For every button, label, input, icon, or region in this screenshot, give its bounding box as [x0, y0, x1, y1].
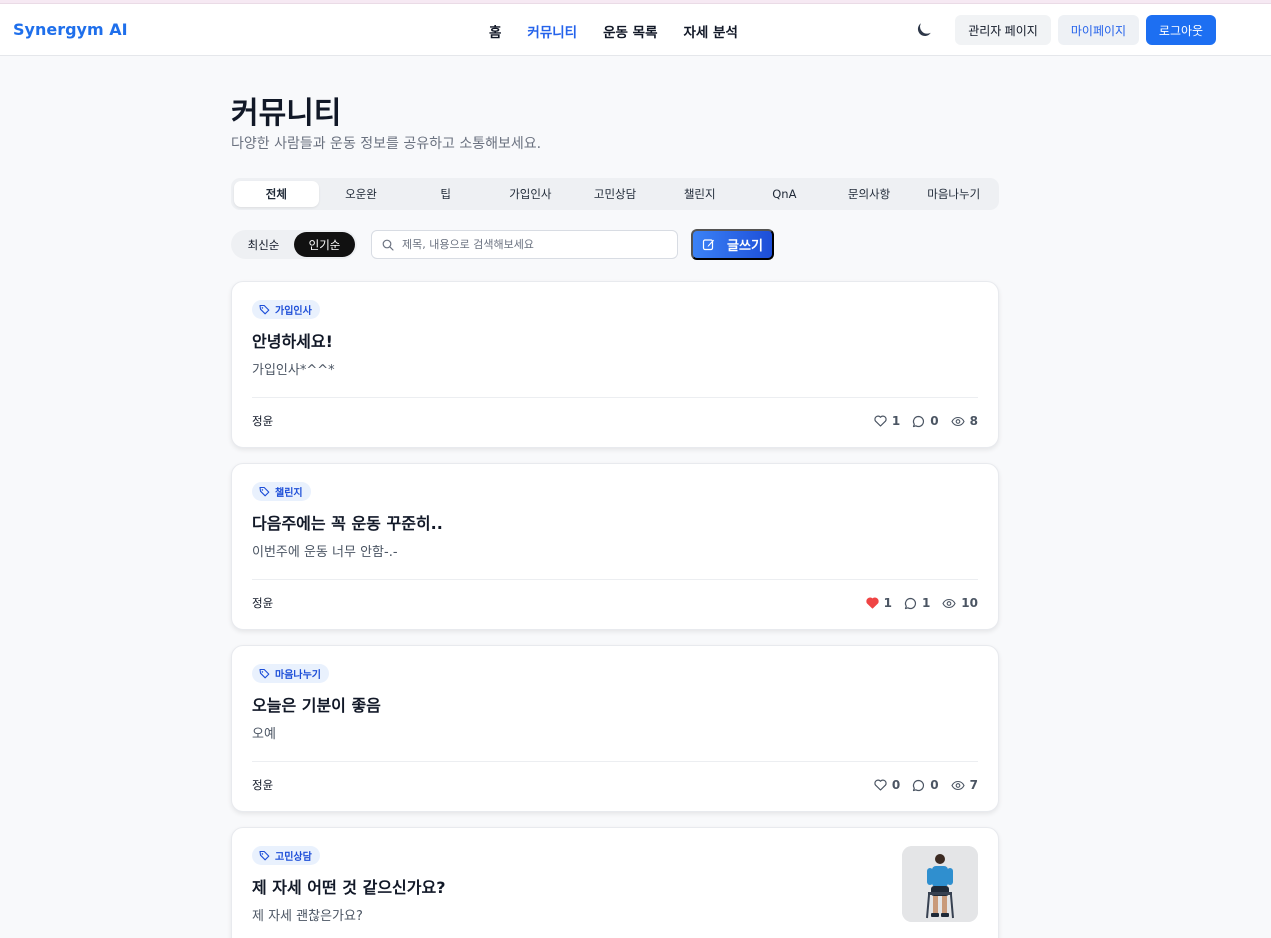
post-author: 정윤 — [252, 778, 274, 792]
post-card[interactable]: 마음나누기 오늘은 기분이 좋음 오예 정윤 0 0 7 — [231, 645, 999, 812]
comment-icon — [913, 779, 925, 791]
nav-posture-analysis[interactable]: 자세 분석 — [684, 21, 738, 41]
nav-home[interactable]: 홈 — [489, 21, 501, 41]
tab-tips[interactable]: 팁 — [403, 181, 488, 207]
logout-button[interactable]: 로그아웃 — [1146, 15, 1216, 45]
nav-community[interactable]: 커뮤니티 — [527, 21, 577, 41]
post-author: 정윤 — [252, 596, 274, 610]
sort-latest-button[interactable]: 최신순 — [233, 232, 294, 257]
tab-counseling[interactable]: 고민상담 — [573, 181, 658, 207]
heart-icon[interactable] — [874, 779, 887, 791]
tab-all[interactable]: 전체 — [234, 181, 319, 207]
post-stats: 1 1 10 — [865, 596, 978, 610]
tab-workout-done[interactable]: 오운완 — [319, 181, 404, 207]
post-excerpt: 이번주에 운동 너무 안함-.- — [252, 545, 398, 560]
heart-icon[interactable] — [874, 415, 887, 427]
post-tag: 챌린지 — [252, 482, 311, 501]
tag-icon — [259, 668, 270, 679]
person-photo-thumbnail — [902, 846, 978, 922]
search-icon — [382, 239, 394, 251]
post-divider — [252, 761, 978, 762]
post-tag-label: 고민상담 — [275, 852, 312, 863]
nav-exercise-list[interactable]: 운동 목록 — [603, 21, 657, 41]
post-title[interactable]: 다음주에는 꼭 운동 꾸준히.. — [252, 510, 443, 534]
post-stats: 1 0 8 — [874, 414, 978, 428]
post-excerpt: 제 자세 괜찮은가요? — [252, 909, 363, 924]
post-title[interactable]: 안녕하세요! — [252, 328, 333, 352]
post-divider — [252, 579, 978, 580]
post-tag: 마음나누기 — [252, 664, 329, 683]
post-title[interactable]: 오늘은 기분이 좋음 — [252, 692, 381, 716]
heart-filled-icon[interactable] — [865, 597, 879, 609]
moon-icon[interactable] — [914, 20, 934, 40]
post-card[interactable]: 가입인사 안녕하세요! 가입인사*^^* 정윤 1 0 8 — [231, 281, 999, 448]
tab-greetings[interactable]: 가입인사 — [488, 181, 573, 207]
tag-icon — [259, 850, 270, 861]
eye-icon — [942, 598, 956, 608]
sort-toggle: 최신순 인기순 — [231, 230, 357, 259]
eye-icon — [951, 780, 965, 790]
view-count: 8 — [969, 414, 978, 428]
comment-count: 1 — [921, 596, 931, 610]
like-count: 0 — [891, 778, 901, 792]
comment-icon — [904, 597, 916, 609]
post-divider — [252, 397, 978, 398]
post-title[interactable]: 제 자세 어떤 것 같으신가요? — [252, 874, 445, 898]
comment-count: 0 — [930, 414, 939, 428]
post-stats: 0 0 7 — [874, 778, 978, 792]
tag-icon — [259, 304, 270, 315]
tab-qna[interactable]: QnA — [742, 181, 827, 207]
view-count: 7 — [969, 778, 978, 792]
post-tag-label: 가입인사 — [275, 306, 312, 317]
like-count: 1 — [883, 596, 892, 610]
tag-icon — [259, 486, 270, 497]
post-tag: 가입인사 — [252, 300, 320, 319]
comment-icon — [913, 415, 925, 427]
post-card[interactable]: 고민상담 제 자세 어떤 것 같으신가요? 제 자세 괜찮은가요? — [231, 827, 999, 938]
search-input[interactable] — [402, 238, 662, 251]
post-excerpt: 가입인사*^^* — [252, 363, 335, 378]
like-count: 1 — [891, 414, 901, 428]
tab-challenge[interactable]: 챌린지 — [657, 181, 742, 207]
page-subtitle: 다양한 사람들과 운동 정보를 공유하고 소통해보세요. — [231, 136, 542, 152]
post-author: 정윤 — [252, 414, 274, 428]
tab-sharing[interactable]: 마음나누기 — [911, 181, 996, 207]
post-tag-label: 마음나누기 — [275, 670, 321, 681]
eye-icon — [951, 416, 965, 426]
page-title: 커뮤니티 — [231, 96, 342, 131]
write-button-label: 글쓰기 — [727, 238, 763, 253]
main-nav: 홈 커뮤니티 운동 목록 자세 분석 — [489, 21, 764, 41]
edit-icon — [702, 239, 715, 251]
post-card[interactable]: 챌린지 다음주에는 꼭 운동 꾸준히.. 이번주에 운동 너무 안함-.- 정윤… — [231, 463, 999, 630]
category-tabs: 전체 오운완 팁 가입인사 고민상담 챌린지 QnA 문의사항 마음나누기 — [231, 178, 999, 210]
post-excerpt: 오예 — [252, 727, 276, 742]
comment-count: 0 — [930, 778, 939, 792]
admin-page-button[interactable]: 관리자 페이지 — [955, 15, 1051, 45]
write-button[interactable]: 글쓰기 — [691, 229, 774, 260]
post-tag-label: 챌린지 — [275, 488, 303, 499]
mypage-button[interactable]: 마이페이지 — [1058, 15, 1139, 45]
tab-inquiry[interactable]: 문의사항 — [827, 181, 912, 207]
top-header: Synergym AI 홈 커뮤니티 운동 목록 자세 분석 관리자 페이지 마… — [0, 4, 1271, 56]
view-count: 10 — [961, 596, 978, 610]
search-box — [371, 230, 678, 259]
logo[interactable]: Synergym AI — [13, 20, 128, 39]
post-tag: 고민상담 — [252, 846, 320, 865]
sort-popular-button[interactable]: 인기순 — [294, 232, 355, 257]
post-thumbnail[interactable] — [902, 846, 978, 922]
